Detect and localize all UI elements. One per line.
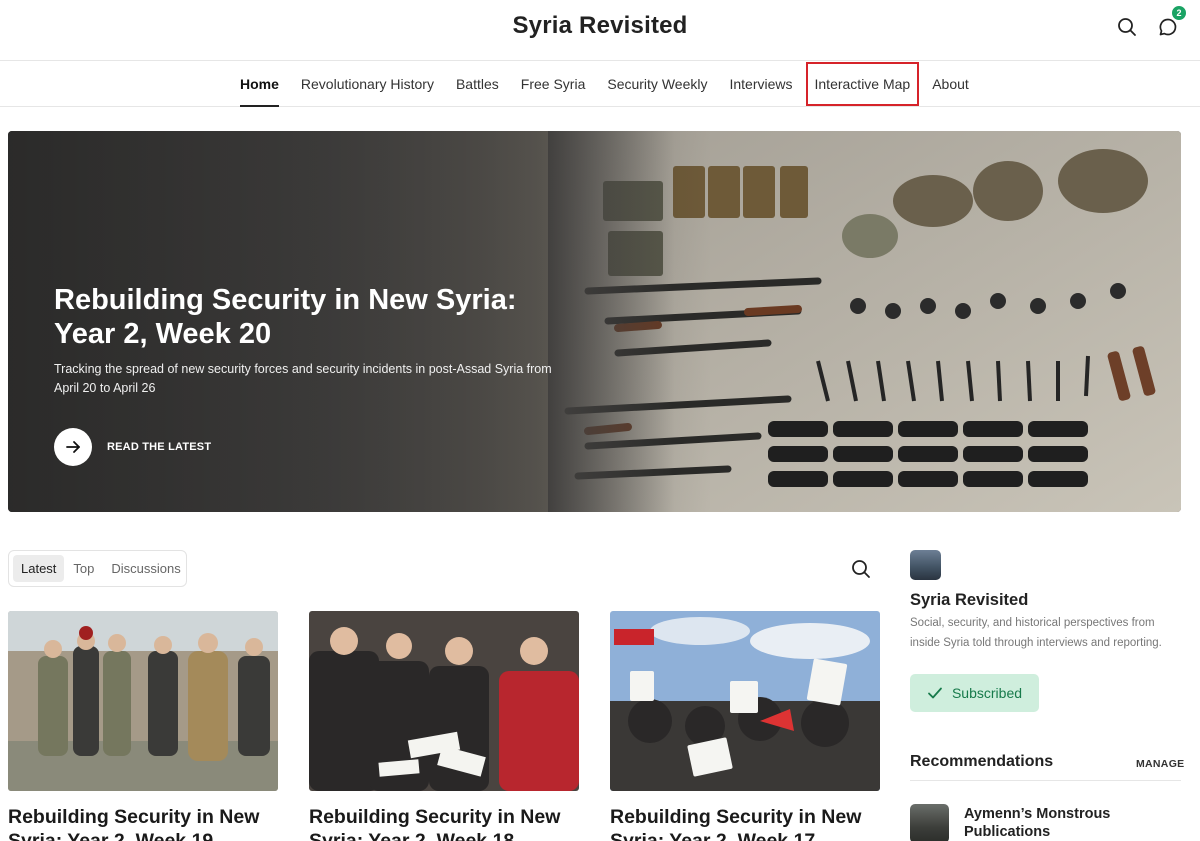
subscribed-button[interactable]: Subscribed: [910, 674, 1039, 712]
nav-item-home[interactable]: Home: [229, 61, 290, 107]
divider: [910, 780, 1181, 781]
recommendations-heading: Recommendations: [910, 753, 1054, 770]
recommendation-name[interactable]: Aymenn’s Monstrous Publications: [964, 805, 1164, 841]
post-title[interactable]: Rebuilding Security in New Syria: Year 2…: [610, 805, 880, 841]
tab-latest[interactable]: Latest: [13, 555, 65, 582]
post-title[interactable]: Rebuilding Security in New Syria: Year 2…: [309, 805, 579, 841]
post-card[interactable]: Rebuilding Security in New Syria: Year 2…: [309, 611, 579, 841]
posts-search-icon[interactable]: [850, 558, 872, 580]
publication-name[interactable]: Syria Revisited: [910, 591, 1028, 610]
checkmark-icon: [928, 687, 942, 699]
read-latest-label: READ THE LATEST: [107, 441, 212, 453]
nav-item-free-syria[interactable]: Free Syria: [510, 61, 597, 107]
recommendation-avatar[interactable]: [910, 804, 949, 841]
publication-logo[interactable]: [910, 550, 941, 580]
manage-recommendations-link[interactable]: MANAGE: [1136, 758, 1184, 770]
search-icon[interactable]: [1114, 14, 1140, 40]
post-card[interactable]: Rebuilding Security in New Syria: Year 2…: [8, 611, 278, 841]
hero-subtitle: Tracking the spread of new security forc…: [54, 362, 552, 395]
publication-description: Social, security, and historical perspec…: [910, 617, 1162, 649]
arrow-right-icon: [54, 428, 92, 466]
chat-icon[interactable]: 2: [1155, 5, 1187, 40]
site-header: Syria Revisited 2: [0, 0, 1200, 61]
tab-discussions[interactable]: Discussions: [103, 555, 188, 582]
post-filter-tabs: Latest Top Discussions: [8, 550, 187, 587]
tab-top[interactable]: Top: [65, 555, 102, 582]
site-title[interactable]: Syria Revisited: [0, 12, 1200, 40]
hero-banner[interactable]: Rebuilding Security in New Syria: Year 2…: [8, 131, 1181, 512]
nav-item-security-weekly[interactable]: Security Weekly: [596, 61, 718, 107]
post-card[interactable]: Rebuilding Security in New Syria: Year 2…: [610, 611, 880, 841]
read-latest-button[interactable]: READ THE LATEST: [54, 428, 211, 466]
subscribed-label: Subscribed: [951, 685, 1023, 701]
nav-item-interactive-map[interactable]: Interactive Map: [805, 61, 921, 107]
nav-item-about[interactable]: About: [921, 61, 980, 107]
post-thumbnail[interactable]: [309, 611, 579, 791]
nav-item-interviews[interactable]: Interviews: [718, 61, 803, 107]
nav-item-battles[interactable]: Battles: [445, 61, 510, 107]
main-nav: Home Revolutionary History Battles Free …: [0, 61, 1200, 107]
post-thumbnail[interactable]: [8, 611, 278, 791]
post-title[interactable]: Rebuilding Security in New Syria: Year 2…: [8, 805, 278, 841]
notification-badge: 2: [1171, 5, 1187, 21]
nav-item-revolutionary-history[interactable]: Revolutionary History: [290, 61, 445, 107]
post-thumbnail[interactable]: [610, 611, 880, 791]
hero-title[interactable]: Rebuilding Security in New Syria: Year 2…: [54, 283, 534, 351]
